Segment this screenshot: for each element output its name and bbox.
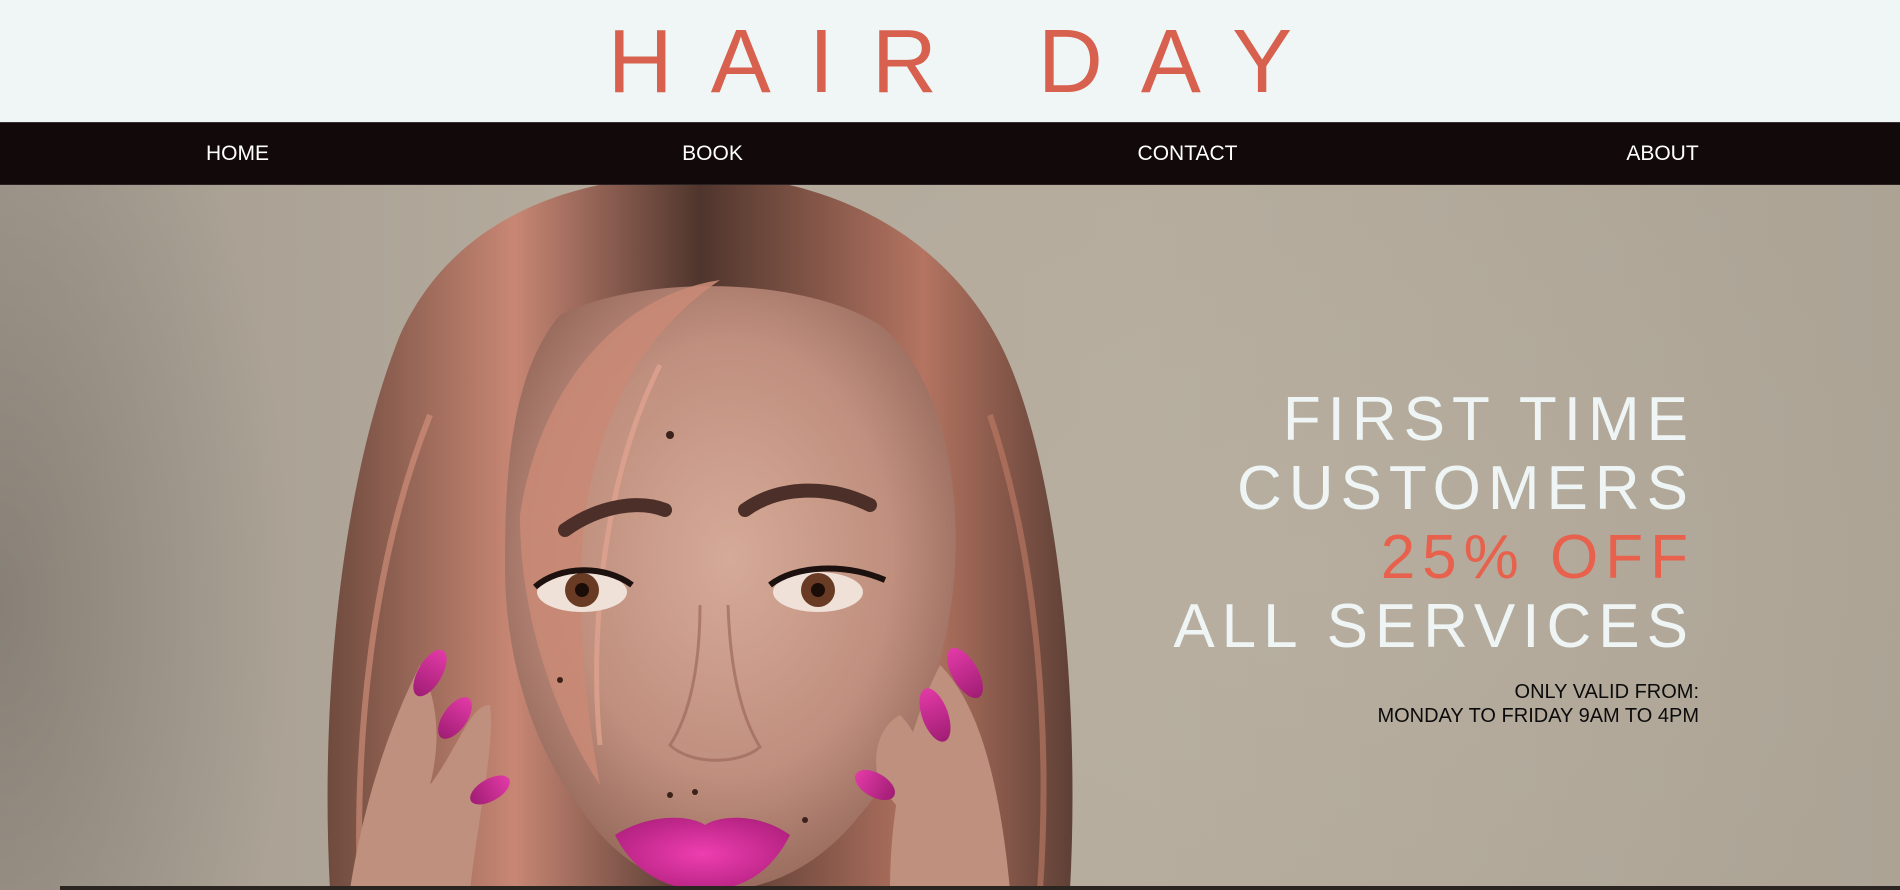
promo-line-customers: CUSTOMERS (1236, 454, 1695, 523)
promo-line-all-services: ALL SERVICES (1173, 592, 1695, 661)
validity-label: ONLY VALID FROM: (1514, 681, 1699, 703)
promo-validity: ONLY VALID FROM: MONDAY TO FRIDAY 9AM TO… (1377, 680, 1699, 728)
promo-text: FIRST TIME CUSTOMERS 25% OFF ALL SERVICE… (1173, 385, 1695, 661)
bottom-divider (60, 886, 1900, 890)
nav-about[interactable]: ABOUT (1425, 123, 1900, 184)
site-header: HAIR DAY (0, 0, 1900, 122)
site-logo[interactable]: HAIR DAY (0, 12, 1900, 112)
promo-line-first-time: FIRST TIME (1282, 385, 1695, 454)
nav-home[interactable]: HOME (0, 123, 475, 184)
main-nav: HOME BOOK CONTACT ABOUT (0, 122, 1900, 185)
nav-book[interactable]: BOOK (475, 123, 950, 184)
page: HAIR DAY HOME BOOK CONTACT ABOUT FIRST T… (0, 0, 1900, 890)
promo-discount: 25% OFF (1380, 523, 1695, 592)
nav-contact[interactable]: CONTACT (950, 123, 1425, 184)
hero-banner: FIRST TIME CUSTOMERS 25% OFF ALL SERVICE… (0, 185, 1900, 890)
validity-hours: MONDAY TO FRIDAY 9AM TO 4PM (1377, 705, 1699, 727)
